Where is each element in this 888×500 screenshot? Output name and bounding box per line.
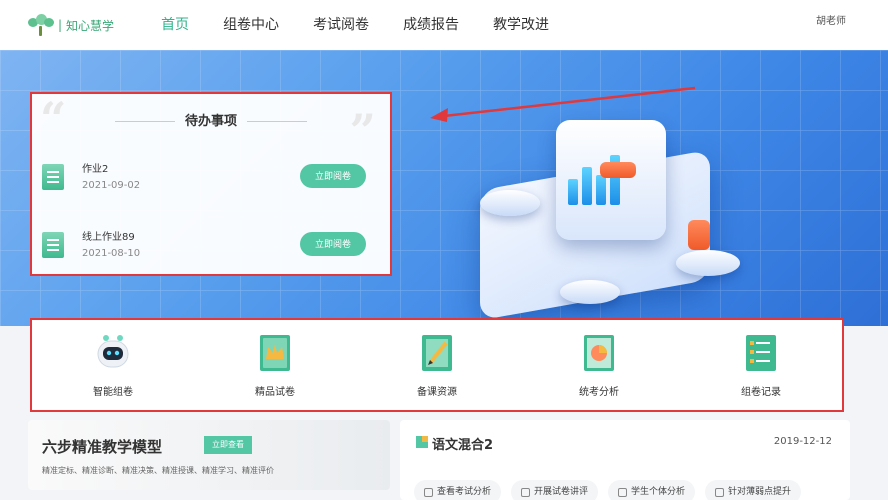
exam-card: 语文混合2 2019-12-12 查看考试分析 开展试卷讲评 学生个体分析 针对… <box>400 420 850 500</box>
tool-paper-records[interactable]: 组卷记录 <box>711 333 811 398</box>
disc-illustration <box>676 250 740 276</box>
view-now-button[interactable]: 立即查看 <box>204 436 252 454</box>
exam-actions: 查看考试分析 开展试卷讲评 学生个体分析 针对薄弱点提升 <box>414 480 802 500</box>
tool-label: 统考分析 <box>579 386 619 398</box>
tool-label: 智能组卷 <box>93 386 133 398</box>
user-icon <box>618 487 628 497</box>
document-icon <box>42 164 64 190</box>
todo-item-name: 作业2 <box>82 164 109 175</box>
start-marking-button[interactable]: 立即阅卷 <box>300 164 366 188</box>
logo-separator: | <box>58 18 63 32</box>
list-icon <box>746 334 776 371</box>
exam-title[interactable]: 语文混合2 <box>432 434 493 453</box>
cylinder-illustration <box>600 162 636 178</box>
teaching-model-title: 六步精准教学模型 <box>42 438 163 456</box>
todo-item-name: 线上作业89 <box>82 232 135 243</box>
todo-item-date: 2021-08-10 <box>82 248 141 259</box>
exam-icon <box>416 436 428 448</box>
student-analysis-button[interactable]: 学生个体分析 <box>608 480 696 500</box>
todo-item: 作业2 2021-09-02 立即阅卷 <box>40 156 380 200</box>
main-nav: 首页 组卷中心 考试阅卷 成绩报告 教学改进 <box>144 0 566 50</box>
tool-label: 组卷记录 <box>741 386 781 398</box>
teaching-model-card: 六步精准教学模型 立即查看 精准定标、精准诊断、精准决策、精准授课、精准学习、精… <box>28 420 390 490</box>
cylinder-illustration <box>688 220 710 250</box>
exam-date: 2019-12-12 <box>773 436 832 447</box>
logo-text: 知心慧学 <box>66 18 115 33</box>
start-marking-button[interactable]: 立即阅卷 <box>300 232 366 256</box>
analysis-icon <box>424 487 433 497</box>
robot-icon <box>97 334 129 367</box>
arrow-pointer-icon <box>430 86 696 122</box>
todo-panel: “ ” 待办事项 作业2 2021-09-02 立即阅卷 线上作业89 2021… <box>30 92 392 276</box>
quick-tools: 智能组卷 精品试卷 备课资源 统考分析 组卷记录 <box>30 318 844 412</box>
logo[interactable]: | 知心慧学 <box>28 14 114 36</box>
pie-chart-icon <box>584 334 614 371</box>
disc-illustration <box>480 190 540 216</box>
tool-exam-analysis[interactable]: 统考分析 <box>549 333 649 398</box>
tool-label: 精品试卷 <box>255 386 295 398</box>
tool-smart-paper[interactable]: 智能组卷 <box>63 333 163 398</box>
review-icon <box>521 487 531 497</box>
nav-exam-marking[interactable]: 考试阅卷 <box>296 0 386 50</box>
weakness-improve-button[interactable]: 针对薄弱点提升 <box>705 480 802 500</box>
view-exam-analysis-button[interactable]: 查看考试分析 <box>414 480 502 500</box>
nav-home[interactable]: 首页 <box>144 0 206 50</box>
tool-label: 备课资源 <box>417 386 457 398</box>
todo-title: 待办事项 <box>32 110 390 129</box>
plus-icon <box>715 487 725 497</box>
todo-item: 线上作业89 2021-08-10 立即阅卷 <box>40 224 380 268</box>
crown-icon <box>260 334 290 371</box>
nav-paper-center[interactable]: 组卷中心 <box>206 0 296 50</box>
paper-review-button[interactable]: 开展试卷讲评 <box>511 480 599 500</box>
todo-item-date: 2021-09-02 <box>82 180 141 191</box>
top-header: | 知心慧学 首页 组卷中心 考试阅卷 成绩报告 教学改进 胡老师 <box>0 0 888 50</box>
nav-teaching-improve[interactable]: 教学改进 <box>476 0 566 50</box>
nav-score-report[interactable]: 成绩报告 <box>386 0 476 50</box>
user-name[interactable]: 胡老师 <box>816 0 846 44</box>
disc-illustration <box>560 280 620 304</box>
tree-logo-icon <box>28 14 54 36</box>
document-icon <box>42 232 64 258</box>
notebook-pencil-icon <box>422 334 452 371</box>
teaching-model-subtitle: 精准定标、精准诊断、精准决策、精准授课、精准学习、精准评价 <box>42 466 274 475</box>
tool-premium-papers[interactable]: 精品试卷 <box>225 333 325 398</box>
tool-lesson-resources[interactable]: 备课资源 <box>387 333 487 398</box>
page: | 知心慧学 首页 组卷中心 考试阅卷 成绩报告 教学改进 胡老师 “ ” 待办… <box>0 0 888 500</box>
